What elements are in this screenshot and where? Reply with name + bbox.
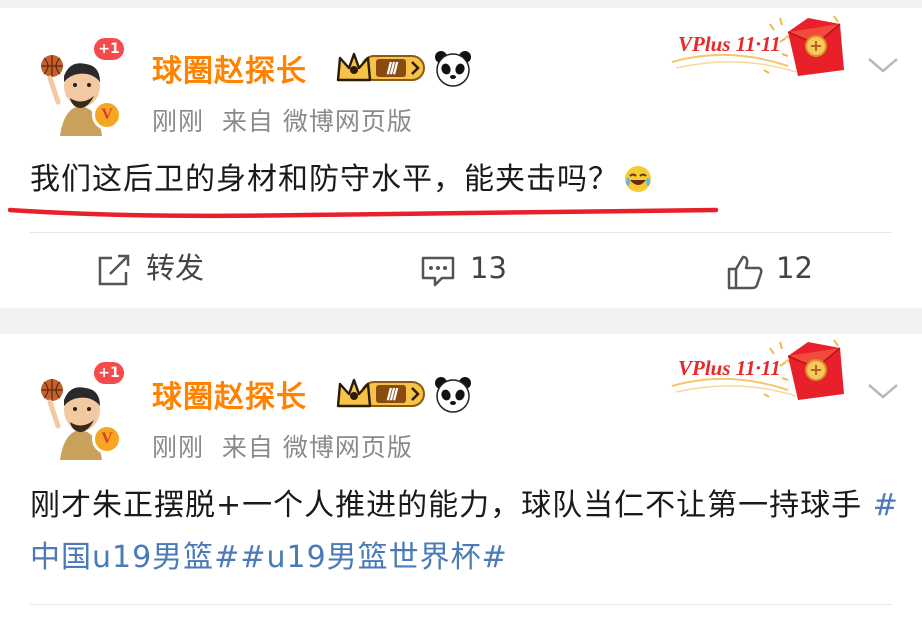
post-meta: 刚刚 来自 微博网页版 [152,428,413,464]
post-content: 刚才朱正摆脱+一个人推进的能力，球队当仁不让第一持球手 #中国u19男篮##u1… [30,480,900,584]
timestamp[interactable]: 刚刚 [152,107,204,136]
new-post-badge: +1 [92,36,126,62]
crown-level-badge-icon[interactable]: Ⅲ [336,376,428,412]
weibo-post-1: +1 V 球圈赵探长 Ⅲ 刚刚 来自 微博网页版 VPlus 11·11 我们这… [0,8,922,308]
source: 来自 微博网页版 [221,107,413,136]
username[interactable]: 球圈赵探长 [152,46,307,90]
weibo-post-2: +1 V 球圈赵探长 Ⅲ 刚刚 来自 微博网页版 VPlus 11·11 刚才朱… [0,334,922,630]
vplus-promo[interactable]: VPlus 11·11 [668,334,853,409]
avatar[interactable]: +1 V [30,360,130,462]
red-envelope-icon [779,15,844,76]
post-meta: 刚刚 来自 微博网页版 [152,102,413,138]
new-post-badge: +1 [92,360,126,386]
comment-button[interactable]: 13 [420,250,540,290]
thumbs-up-icon [727,255,763,290]
like-count: 12 [776,251,813,285]
divider [30,604,892,605]
laugh-cry-emoji-icon [625,166,651,192]
verified-badge: V [92,100,122,130]
topic-link[interactable]: #u19男篮世界杯# [240,540,507,575]
vplus-text: VPlus 11·11 [678,356,781,380]
vplus-text: VPlus 11·11 [678,32,781,56]
timestamp[interactable]: 刚刚 [152,433,204,462]
source: 来自 微博网页版 [221,433,413,462]
post-text: 刚才朱正摆脱+一个人推进的能力，球队当仁不让第一持球手 [30,488,873,523]
like-button[interactable]: 12 [726,250,846,290]
chevron-down-icon[interactable] [866,380,900,402]
divider [30,232,892,233]
vplus-promo[interactable]: VPlus 11·11 [668,10,853,85]
repost-label: 转发 [146,251,205,285]
repost-button[interactable]: 转发 [96,250,236,290]
comment-icon [421,256,455,287]
crown-level-badge-icon[interactable]: Ⅲ [336,50,428,86]
username[interactable]: 球圈赵探长 [152,372,307,416]
red-envelope-icon [779,339,844,400]
comment-count: 13 [470,251,507,285]
red-hand-underline [7,207,719,219]
share-icon [98,254,130,286]
verified-badge: V [92,424,122,454]
avatar[interactable]: +1 V [30,36,130,138]
post-text: 我们这后卫的身材和防守水平，能夹击吗？ [30,162,619,197]
panda-icon [435,51,471,87]
panda-icon [435,377,471,413]
chevron-down-icon[interactable] [866,54,900,76]
